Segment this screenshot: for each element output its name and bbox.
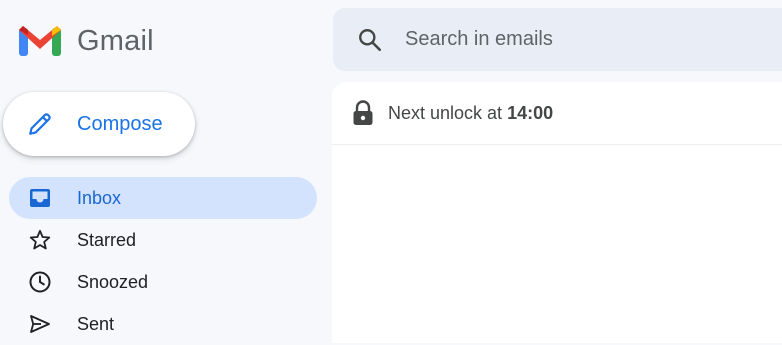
inbox-icon — [30, 189, 50, 207]
sidebar-item-label: Sent — [77, 313, 115, 334]
search-input[interactable] — [405, 28, 765, 51]
unlock-notice-text: Next unlock at 14:00 — [388, 103, 553, 124]
gmail-brand[interactable]: Gmail — [18, 24, 154, 58]
star-icon — [29, 229, 51, 250]
gmail-logo-icon — [19, 26, 61, 56]
clock-icon — [29, 271, 51, 293]
main-panel: Next unlock at 14:00 — [332, 82, 782, 343]
compose-label: Compose — [77, 112, 163, 135]
unlock-time: 14:00 — [507, 102, 554, 123]
app-name: Gmail — [77, 24, 154, 57]
sidebar-item-label: Snoozed — [77, 271, 149, 292]
sidebar-item-snoozed[interactable]: Snoozed — [9, 261, 317, 303]
lock-icon — [353, 100, 373, 125]
sidebar-item-sent[interactable]: Sent — [9, 303, 317, 345]
sidebar-item-label: Starred — [77, 229, 137, 250]
send-icon — [30, 315, 50, 333]
sidebar: Gmail Compose Inbox Starred Snoozed Sent — [0, 0, 332, 343]
unlock-notice: Next unlock at 14:00 — [332, 82, 782, 145]
compose-button[interactable]: Compose — [3, 92, 195, 156]
sidebar-item-starred[interactable]: Starred — [9, 219, 317, 261]
unlock-notice-prefix: Next unlock at — [388, 102, 508, 123]
sidebar-nav: Inbox Starred Snoozed Sent — [9, 177, 317, 345]
search-icon[interactable] — [357, 27, 383, 53]
pencil-icon — [29, 113, 51, 135]
sidebar-item-label: Inbox — [77, 187, 122, 208]
sidebar-item-inbox[interactable]: Inbox — [9, 177, 317, 219]
search-bar[interactable] — [333, 8, 782, 71]
